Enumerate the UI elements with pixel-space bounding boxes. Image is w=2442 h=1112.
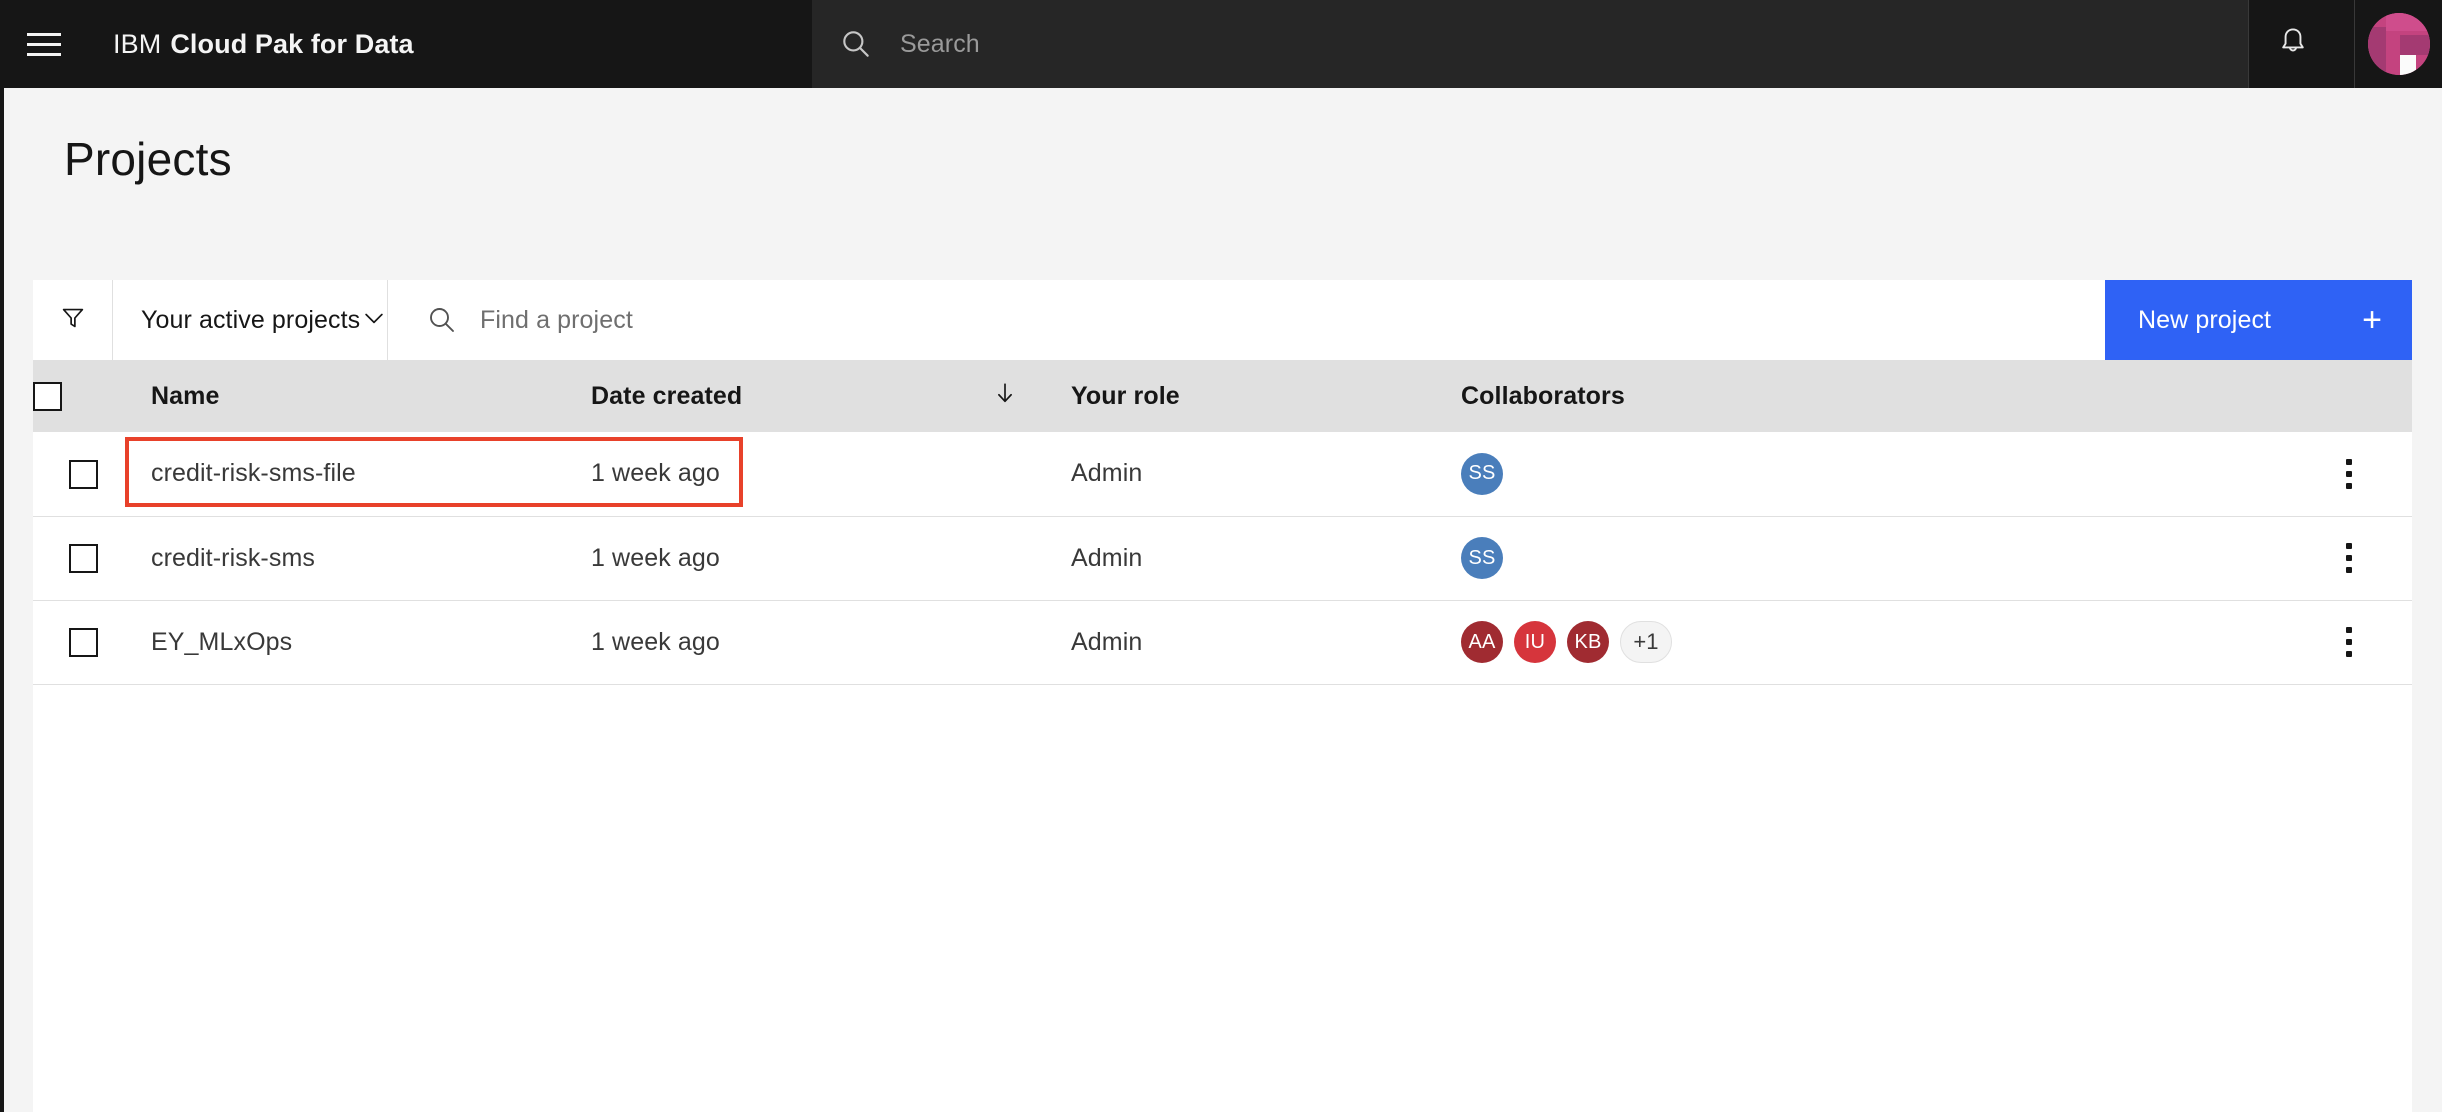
overflow-menu-vertical-icon[interactable] xyxy=(2285,543,2412,573)
date-created-cell: 1 week ago xyxy=(565,600,1045,685)
your-role-cell: Admin xyxy=(1045,516,1435,601)
collaborators-cell: SS xyxy=(1435,432,2285,517)
select-all-header xyxy=(33,360,125,432)
overflow-menu-vertical-icon[interactable] xyxy=(2285,458,2412,489)
chevron-down-icon xyxy=(360,304,388,337)
find-project-input[interactable]: Find a project xyxy=(388,280,2105,360)
table-row[interactable]: EY_MLxOps 1 week ago Admin AA IU KB +1 xyxy=(33,600,2412,685)
app-root: IBM Cloud Pak for Data Search Projects Y… xyxy=(0,0,2442,1112)
date-created-cell: 1 week ago xyxy=(565,516,1045,601)
avatar xyxy=(2367,13,2430,75)
collaborator-list: SS xyxy=(1461,452,2285,495)
global-search-placeholder: Search xyxy=(900,29,980,58)
table-head: Name Date created Your role Collaborator… xyxy=(33,360,2412,432)
project-name-cell: credit-risk-sms xyxy=(125,516,565,601)
row-actions-cell xyxy=(2285,516,2412,601)
your-role-cell: Admin xyxy=(1045,432,1435,517)
column-header-date-created-label: Date created xyxy=(591,381,743,410)
plus-icon: + xyxy=(2362,301,2382,339)
project-filter-dropdown[interactable]: Your active projects xyxy=(113,280,388,360)
column-header-collaborators-label: Collaborators xyxy=(1461,381,1625,410)
find-project-placeholder: Find a project xyxy=(480,305,633,334)
project-name-link[interactable]: EY_MLxOps xyxy=(151,628,292,656)
date-created-cell: 1 week ago xyxy=(565,432,1045,517)
row-actions-cell xyxy=(2285,600,2412,685)
new-project-button[interactable]: New project + xyxy=(2105,280,2412,360)
collaborators-cell: AA IU KB +1 xyxy=(1435,600,2285,685)
row-select-cell xyxy=(33,516,125,601)
arrow-down-icon xyxy=(991,379,1019,414)
new-project-label: New project xyxy=(2138,305,2272,334)
collaborator-avatar[interactable]: KB xyxy=(1567,621,1609,663)
search-icon xyxy=(812,0,900,88)
search-icon xyxy=(414,304,470,336)
column-header-your-role-label: Your role xyxy=(1071,381,1180,410)
your-role-cell: Admin xyxy=(1045,600,1435,685)
column-header-your-role[interactable]: Your role xyxy=(1045,360,1435,432)
filter-funnel-icon xyxy=(58,303,88,338)
projects-table: Name Date created Your role Collaborator… xyxy=(33,360,2412,685)
column-header-actions xyxy=(2285,360,2412,432)
column-header-name-label: Name xyxy=(151,381,220,410)
row-checkbox[interactable] xyxy=(69,459,98,489)
project-name-link[interactable]: credit-risk-sms xyxy=(151,544,315,572)
project-filter-value: Your active projects xyxy=(141,305,361,334)
brand-title[interactable]: IBM Cloud Pak for Data xyxy=(88,0,414,88)
global-search-input[interactable]: Search xyxy=(812,0,2248,88)
project-name-cell: EY_MLxOps xyxy=(125,600,565,685)
left-nav-rail xyxy=(0,88,4,1112)
brand-product: Cloud Pak for Data xyxy=(170,28,414,59)
table-header-row: Name Date created Your role Collaborator… xyxy=(33,360,2412,432)
row-checkbox[interactable] xyxy=(69,627,98,657)
column-header-name[interactable]: Name xyxy=(125,360,565,432)
table-toolbar: Your active projects Find a project New … xyxy=(33,280,2412,360)
user-avatar-button[interactable] xyxy=(2354,0,2442,88)
table-row[interactable]: credit-risk-sms 1 week ago Admin SS xyxy=(33,516,2412,601)
table-row[interactable]: credit-risk-sms-file 1 week ago Admin SS xyxy=(33,432,2412,517)
project-name-link[interactable]: credit-risk-sms-file xyxy=(151,459,356,487)
collaborators-cell: SS xyxy=(1435,516,2285,601)
collaborator-list: AA IU KB +1 xyxy=(1461,621,2285,663)
collaborator-avatar[interactable]: IU xyxy=(1514,621,1556,663)
collaborator-avatar[interactable]: SS xyxy=(1461,537,1503,579)
column-header-date-created[interactable]: Date created xyxy=(565,360,1045,432)
collaborator-avatar[interactable]: AA xyxy=(1461,621,1503,663)
collaborator-list: SS xyxy=(1461,537,2285,579)
collaborator-overflow-count[interactable]: +1 xyxy=(1620,621,1672,663)
project-name-cell: credit-risk-sms-file xyxy=(125,432,743,517)
select-all-checkbox[interactable] xyxy=(33,381,62,411)
notifications-button[interactable] xyxy=(2248,0,2336,88)
overflow-menu-vertical-icon[interactable] xyxy=(2285,627,2412,657)
row-checkbox[interactable] xyxy=(69,543,98,573)
column-header-collaborators[interactable]: Collaborators xyxy=(1435,360,2285,432)
filter-button[interactable] xyxy=(33,280,113,360)
row-actions-cell xyxy=(2285,432,2412,517)
table-body: credit-risk-sms-file 1 week ago Admin SS cre… xyxy=(33,432,2412,685)
row-select-cell xyxy=(33,432,125,517)
row-select-cell xyxy=(33,600,125,685)
collaborator-avatar[interactable]: SS xyxy=(1461,452,1503,495)
bell-icon xyxy=(2276,25,2310,64)
hamburger-menu-icon[interactable] xyxy=(0,0,88,88)
page-title: Projects xyxy=(64,133,232,185)
brand-prefix: IBM xyxy=(113,28,162,59)
projects-panel: Your active projects Find a project New … xyxy=(33,280,2412,1112)
